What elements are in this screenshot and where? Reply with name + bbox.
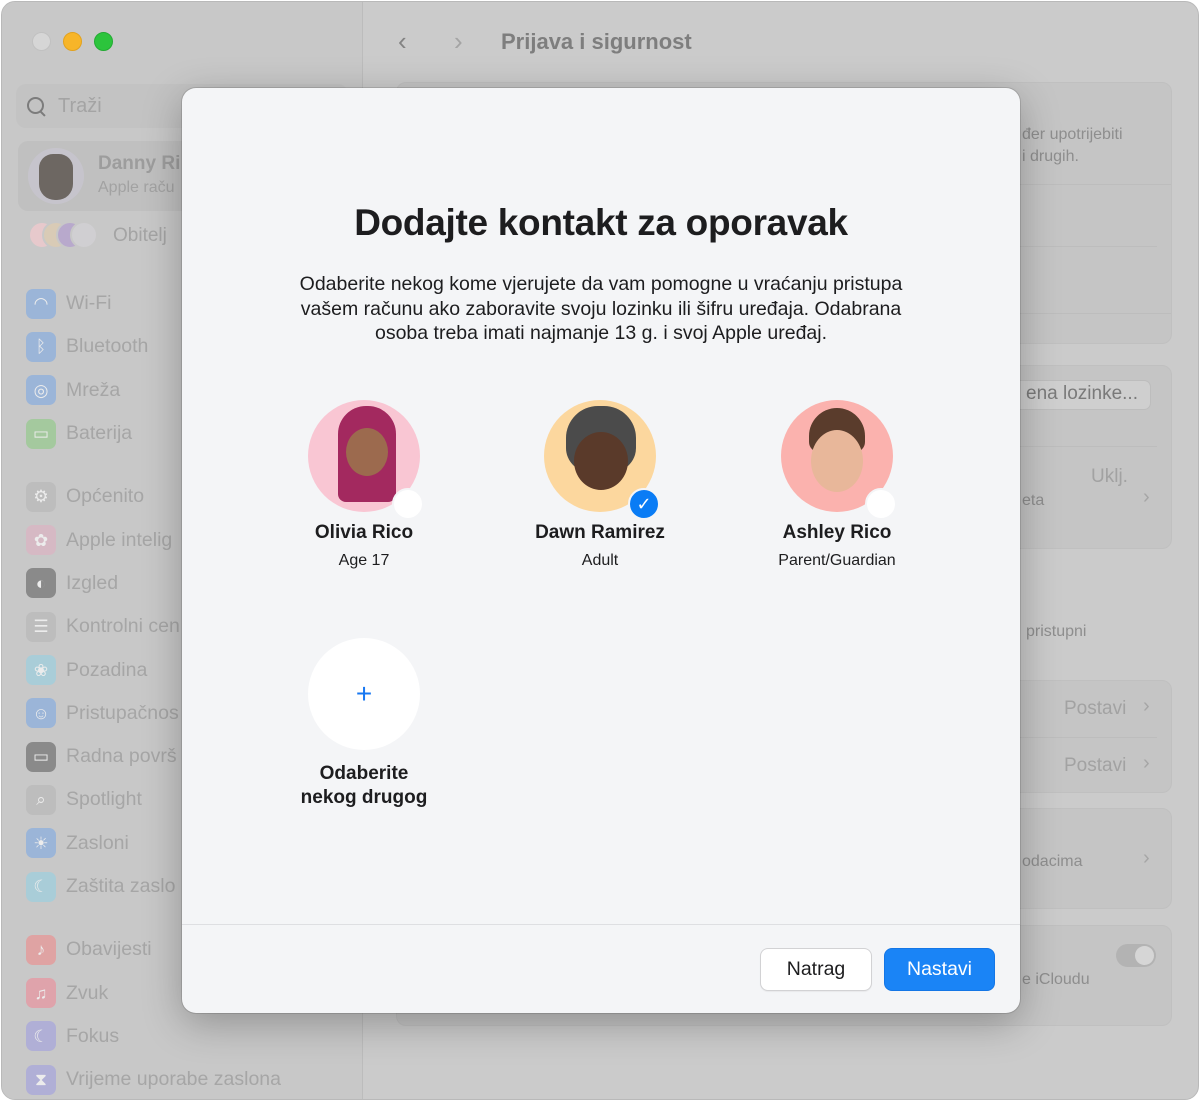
card-description-line: đer upotrijebiti — [1022, 126, 1123, 143]
spotlight-icon: ⌕ — [26, 784, 56, 815]
selection-checkmark[interactable]: ✓ — [628, 488, 660, 520]
contact-name: Olivia Rico — [314, 522, 414, 543]
sidebar-item-label: Obitelj — [113, 225, 167, 246]
sidebar-item-label: Radna površ — [66, 745, 177, 768]
row-label: e iCloudu — [1022, 971, 1090, 988]
forward-chevron-icon[interactable]: › — [454, 28, 463, 54]
contact-option[interactable]: ✓ Dawn Ramirez Adult — [500, 400, 700, 570]
sidebar-item-label: Zasloni — [66, 831, 129, 854]
wallpaper-icon: ❀ — [26, 655, 56, 686]
sidebar-item-label: Fokus — [66, 1024, 120, 1047]
focus-icon: ☾ — [26, 1021, 56, 1052]
globe-icon: ◎ — [26, 375, 56, 406]
setup-value[interactable]: Postavi — [1064, 698, 1126, 720]
plus-icon: + — [355, 678, 373, 709]
sidebar-item-label: Općenito — [66, 485, 145, 508]
label-line: nekog drugog — [300, 787, 428, 808]
close-window-button[interactable] — [32, 32, 51, 51]
bluetooth-icon: ᛒ — [26, 331, 56, 362]
desktop-icon: ▭ — [26, 741, 56, 772]
screensaver-icon: ☾ — [26, 871, 56, 902]
sidebar-item-label: Bluetooth — [66, 335, 149, 358]
sidebar-item-label: Zvuk — [66, 981, 109, 1004]
account-name: Danny Ri — [98, 153, 181, 174]
choose-someone-else-label: Odaberite nekog drugog — [298, 762, 430, 810]
window-controls — [32, 32, 113, 51]
sidebar-item-label: Mreža — [66, 378, 121, 401]
contact-name: Ashley Rico — [782, 522, 892, 543]
sidebar-item-label: Baterija — [66, 422, 133, 445]
sidebar-item-family[interactable]: Obitelj — [28, 220, 167, 252]
sidebar-item[interactable]: ☾ Fokus — [26, 1015, 356, 1058]
setup-value[interactable]: Postavi — [1064, 755, 1126, 777]
sound-icon: ♫ — [26, 978, 56, 1009]
change-password-button[interactable]: ena lozinke... — [997, 380, 1151, 410]
minimize-window-button[interactable] — [63, 32, 82, 51]
maximize-window-button[interactable] — [94, 32, 113, 51]
sidebar-item-label: Kontrolni cen — [66, 615, 180, 638]
continue-button[interactable]: Nastavi — [884, 948, 995, 991]
chevron-right-icon[interactable]: › — [1143, 695, 1150, 718]
contact-role: Adult — [581, 552, 619, 569]
contact-option[interactable]: Olivia Rico Age 17 — [264, 400, 464, 570]
accessibility-icon: ☺ — [26, 698, 56, 729]
back-button[interactable]: Natrag — [760, 948, 872, 991]
contact-name: Dawn Ramirez — [535, 522, 665, 543]
search-placeholder: Traži — [58, 94, 102, 117]
sidebar-item-label: Vrijeme uporabe zaslona — [66, 1068, 281, 1091]
sidebar-item-label: Izgled — [66, 571, 119, 594]
selection-radio[interactable] — [392, 488, 424, 520]
card-description-line: i drugih. — [1022, 148, 1079, 165]
sidebar-item-label: Wi-Fi — [66, 292, 112, 315]
contact-role: Parent/Guardian — [778, 552, 896, 569]
sidebar-item[interactable]: ⧗ Vrijeme uporabe zaslona — [26, 1058, 356, 1099]
section-text: pristupni — [1026, 623, 1087, 640]
selection-radio[interactable] — [865, 488, 897, 520]
screen-time-icon: ⧗ — [26, 1064, 56, 1095]
dialog-description: Odaberite nekog kome vjerujete da vam po… — [299, 273, 903, 344]
footer-divider — [182, 924, 1020, 925]
control-center-icon: ☰ — [26, 611, 56, 642]
avatar — [28, 148, 84, 204]
back-chevron-icon[interactable]: ‹ — [398, 28, 407, 54]
row-label: odacima — [1022, 853, 1083, 870]
add-contact-button[interactable]: + — [308, 638, 420, 750]
wifi-icon: ◠ — [26, 288, 56, 319]
battery-icon: ▭ — [26, 418, 56, 449]
choose-someone-else-option[interactable]: + Odaberite nekog drugog — [298, 638, 430, 810]
apple-intelligence-icon: ✿ — [26, 525, 56, 556]
chevron-right-icon[interactable]: › — [1143, 752, 1150, 775]
contact-role: Age 17 — [338, 552, 390, 569]
recovery-contact-dialog: Dodajte kontakt za oporavak Odaberite ne… — [182, 88, 1020, 1013]
sidebar-item-label: Pristupačnos — [66, 701, 179, 724]
search-icon — [26, 96, 46, 116]
sidebar-item-label: Zaštita zaslo — [66, 875, 176, 897]
notifications-icon: ♪ — [26, 934, 56, 965]
gear-icon: ⚙ — [26, 481, 56, 512]
chevron-right-icon[interactable]: › — [1143, 486, 1150, 509]
row-label: eta — [1022, 492, 1045, 509]
appearance-icon: ◐ — [26, 568, 56, 599]
sidebar-item-label: Pozadina — [66, 658, 148, 681]
label-line: Odaberite — [319, 763, 409, 784]
chevron-right-icon[interactable]: › — [1143, 847, 1150, 870]
icloud-toggle[interactable] — [1116, 944, 1156, 967]
sidebar-item-label: Apple intelig — [66, 528, 173, 551]
page-title: Prijava i sigurnost — [501, 29, 692, 54]
sidebar-item-label: Obavijesti — [66, 938, 152, 961]
account-subtitle: Apple raču — [98, 179, 175, 196]
dialog-title: Dodajte kontakt za oporavak — [354, 202, 848, 243]
family-avatars — [28, 221, 98, 251]
sidebar-item-label: Spotlight — [66, 788, 142, 811]
status-value: Uklj. — [1091, 466, 1128, 487]
contact-option[interactable]: Ashley Rico Parent/Guardian — [737, 400, 937, 570]
displays-icon: ☀ — [26, 828, 56, 859]
